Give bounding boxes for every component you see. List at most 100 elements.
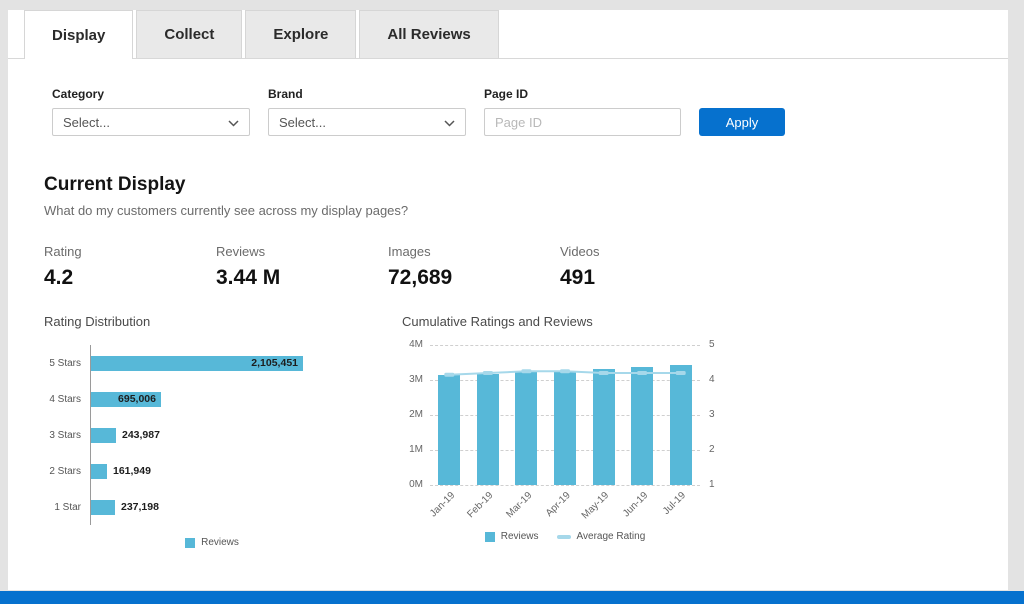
average-rating-legend-item[interactable]: Average Rating	[557, 531, 646, 542]
chart-title: Rating Distribution	[44, 314, 380, 329]
left-axis-tick: 3M	[409, 374, 423, 385]
line-marker	[444, 373, 454, 377]
bar-track: 237,198	[90, 489, 380, 525]
x-axis-label: Mar-19	[504, 490, 534, 520]
bar-row: 4 Stars 695,006	[44, 381, 380, 417]
bar-track: 161,949	[90, 453, 380, 489]
left-y-axis: 0M1M2M3M4M	[402, 345, 430, 485]
stat-rating: Rating 4.2	[44, 244, 216, 290]
stat-reviews: Reviews 3.44 M	[216, 244, 388, 290]
stat-label: Rating	[44, 244, 216, 259]
page-id-input[interactable]	[484, 108, 681, 136]
tab-all-reviews[interactable]: All Reviews	[359, 10, 498, 58]
line-marker	[521, 369, 531, 373]
tab-display[interactable]: Display	[24, 10, 133, 59]
reviews-legend-label: Reviews	[201, 537, 239, 548]
average-rating-legend-marker	[557, 535, 571, 539]
rating-bar: 695,006	[91, 392, 161, 407]
filter-bar: Category Select... Brand Select... Page …	[8, 59, 1008, 136]
chevron-down-icon	[444, 115, 455, 130]
bar-row: 3 Stars 243,987	[44, 417, 380, 453]
stat-label: Reviews	[216, 244, 388, 259]
reviews-legend-swatch	[185, 538, 195, 548]
rating-bar: 2,105,451	[91, 356, 303, 371]
left-axis-tick: 2M	[409, 409, 423, 420]
charts-row: Rating Distribution 5 Stars 2,105,451 4 St…	[8, 290, 1008, 548]
line-marker	[637, 371, 647, 375]
apply-button[interactable]: Apply	[699, 108, 785, 136]
bar-row: 5 Stars 2,105,451	[44, 345, 380, 381]
page-subtitle: What do my customers currently see acros…	[44, 203, 1008, 218]
rating-distribution-chart: Rating Distribution 5 Stars 2,105,451 4 St…	[44, 314, 380, 548]
right-axis-tick: 4	[709, 374, 715, 385]
stat-value: 4.2	[44, 266, 216, 290]
x-axis-label: Apr-19	[544, 490, 573, 519]
stat-value: 3.44 M	[216, 266, 388, 290]
bar-value-label: 2,105,451	[251, 357, 303, 369]
line-marker	[599, 371, 609, 375]
cumulative-chart: Cumulative Ratings and Reviews 0M 1M 2M 3M 4…	[402, 314, 724, 548]
rating-distribution-bars: 5 Stars 2,105,451 4 Stars 695,006 3 Stars 243…	[44, 345, 380, 525]
stat-label: Videos	[560, 244, 732, 259]
reviews-legend-item[interactable]: Reviews	[485, 531, 539, 542]
brand-filter-group: Brand Select...	[268, 87, 466, 136]
reviews-legend-swatch	[485, 532, 495, 542]
brand-select[interactable]: Select...	[268, 108, 466, 136]
right-axis-tick: 1	[709, 479, 715, 490]
chevron-down-icon	[228, 115, 239, 130]
category-label: 1 Star	[44, 502, 90, 513]
kpi-row: Rating 4.2 Reviews 3.44 M Images 72,689 …	[8, 218, 1008, 290]
stat-images: Images 72,689	[388, 244, 560, 290]
x-axis-label: Jul-19	[661, 490, 688, 517]
stat-value: 491	[560, 266, 732, 290]
rating-distribution-legend[interactable]: Reviews	[44, 537, 380, 548]
left-axis-tick: 0M	[409, 479, 423, 490]
stat-label: Images	[388, 244, 560, 259]
bar-value-label: 161,949	[113, 465, 151, 477]
tab-collect[interactable]: Collect	[136, 10, 242, 58]
category-label: 3 Stars	[44, 430, 90, 441]
category-label: 5 Stars	[44, 358, 90, 369]
left-axis-tick: 4M	[409, 339, 423, 350]
category-select[interactable]: Select...	[52, 108, 250, 136]
rating-bar	[91, 500, 115, 515]
brand-select-value: Select...	[279, 115, 326, 130]
chart-title: Cumulative Ratings and Reviews	[402, 314, 724, 329]
x-axis-label: Jun-19	[621, 490, 650, 519]
line-marker	[676, 371, 686, 375]
category-label: Category	[52, 87, 250, 101]
average-rating-line	[430, 345, 700, 485]
combo-plot-area	[430, 345, 700, 485]
stat-videos: Videos 491	[560, 244, 732, 290]
category-select-value: Select...	[63, 115, 110, 130]
left-axis-tick: 1M	[409, 444, 423, 455]
bar-value-label: 695,006	[118, 393, 161, 405]
current-display-section: Current Display What do my customers cur…	[8, 136, 1008, 218]
x-axis-label: May-19	[580, 490, 611, 521]
page-title: Current Display	[44, 174, 1008, 196]
rating-bar	[91, 464, 107, 479]
line-marker	[560, 369, 570, 373]
combo-plot-wrap: 0M1M2M3M4M 12345	[402, 345, 724, 485]
bar-value-label: 237,198	[121, 501, 159, 513]
x-axis-label: Jan-19	[428, 490, 457, 519]
bar-value-label: 243,987	[122, 429, 160, 441]
right-y-axis: 12345	[700, 345, 724, 485]
tab-bar: Display Collect Explore All Reviews	[8, 10, 1008, 59]
footer-bar	[0, 591, 1024, 604]
bar-row: 2 Stars161,949	[44, 453, 380, 489]
right-axis-tick: 3	[709, 409, 715, 420]
main-panel: Display Collect Explore All Reviews Cate…	[8, 10, 1008, 590]
category-label: 4 Stars	[44, 394, 90, 405]
bar-track: 2,105,451	[90, 345, 380, 381]
tab-explore[interactable]: Explore	[245, 10, 356, 58]
x-axis-label: Feb-19	[465, 490, 495, 520]
average-rating-legend-label: Average Rating	[577, 531, 646, 542]
x-axis-labels: Jan-19 Feb-19 Mar-19 Apr-19May-19 Jun-19 Jul-…	[430, 485, 700, 531]
stat-value: 72,689	[388, 266, 560, 290]
right-axis-tick: 2	[709, 444, 715, 455]
cumulative-chart-legend: Reviews Average Rating	[430, 531, 700, 542]
right-axis-tick: 5	[709, 339, 715, 350]
reviews-legend-label: Reviews	[501, 531, 539, 542]
bar-track: 243,987	[90, 417, 380, 453]
